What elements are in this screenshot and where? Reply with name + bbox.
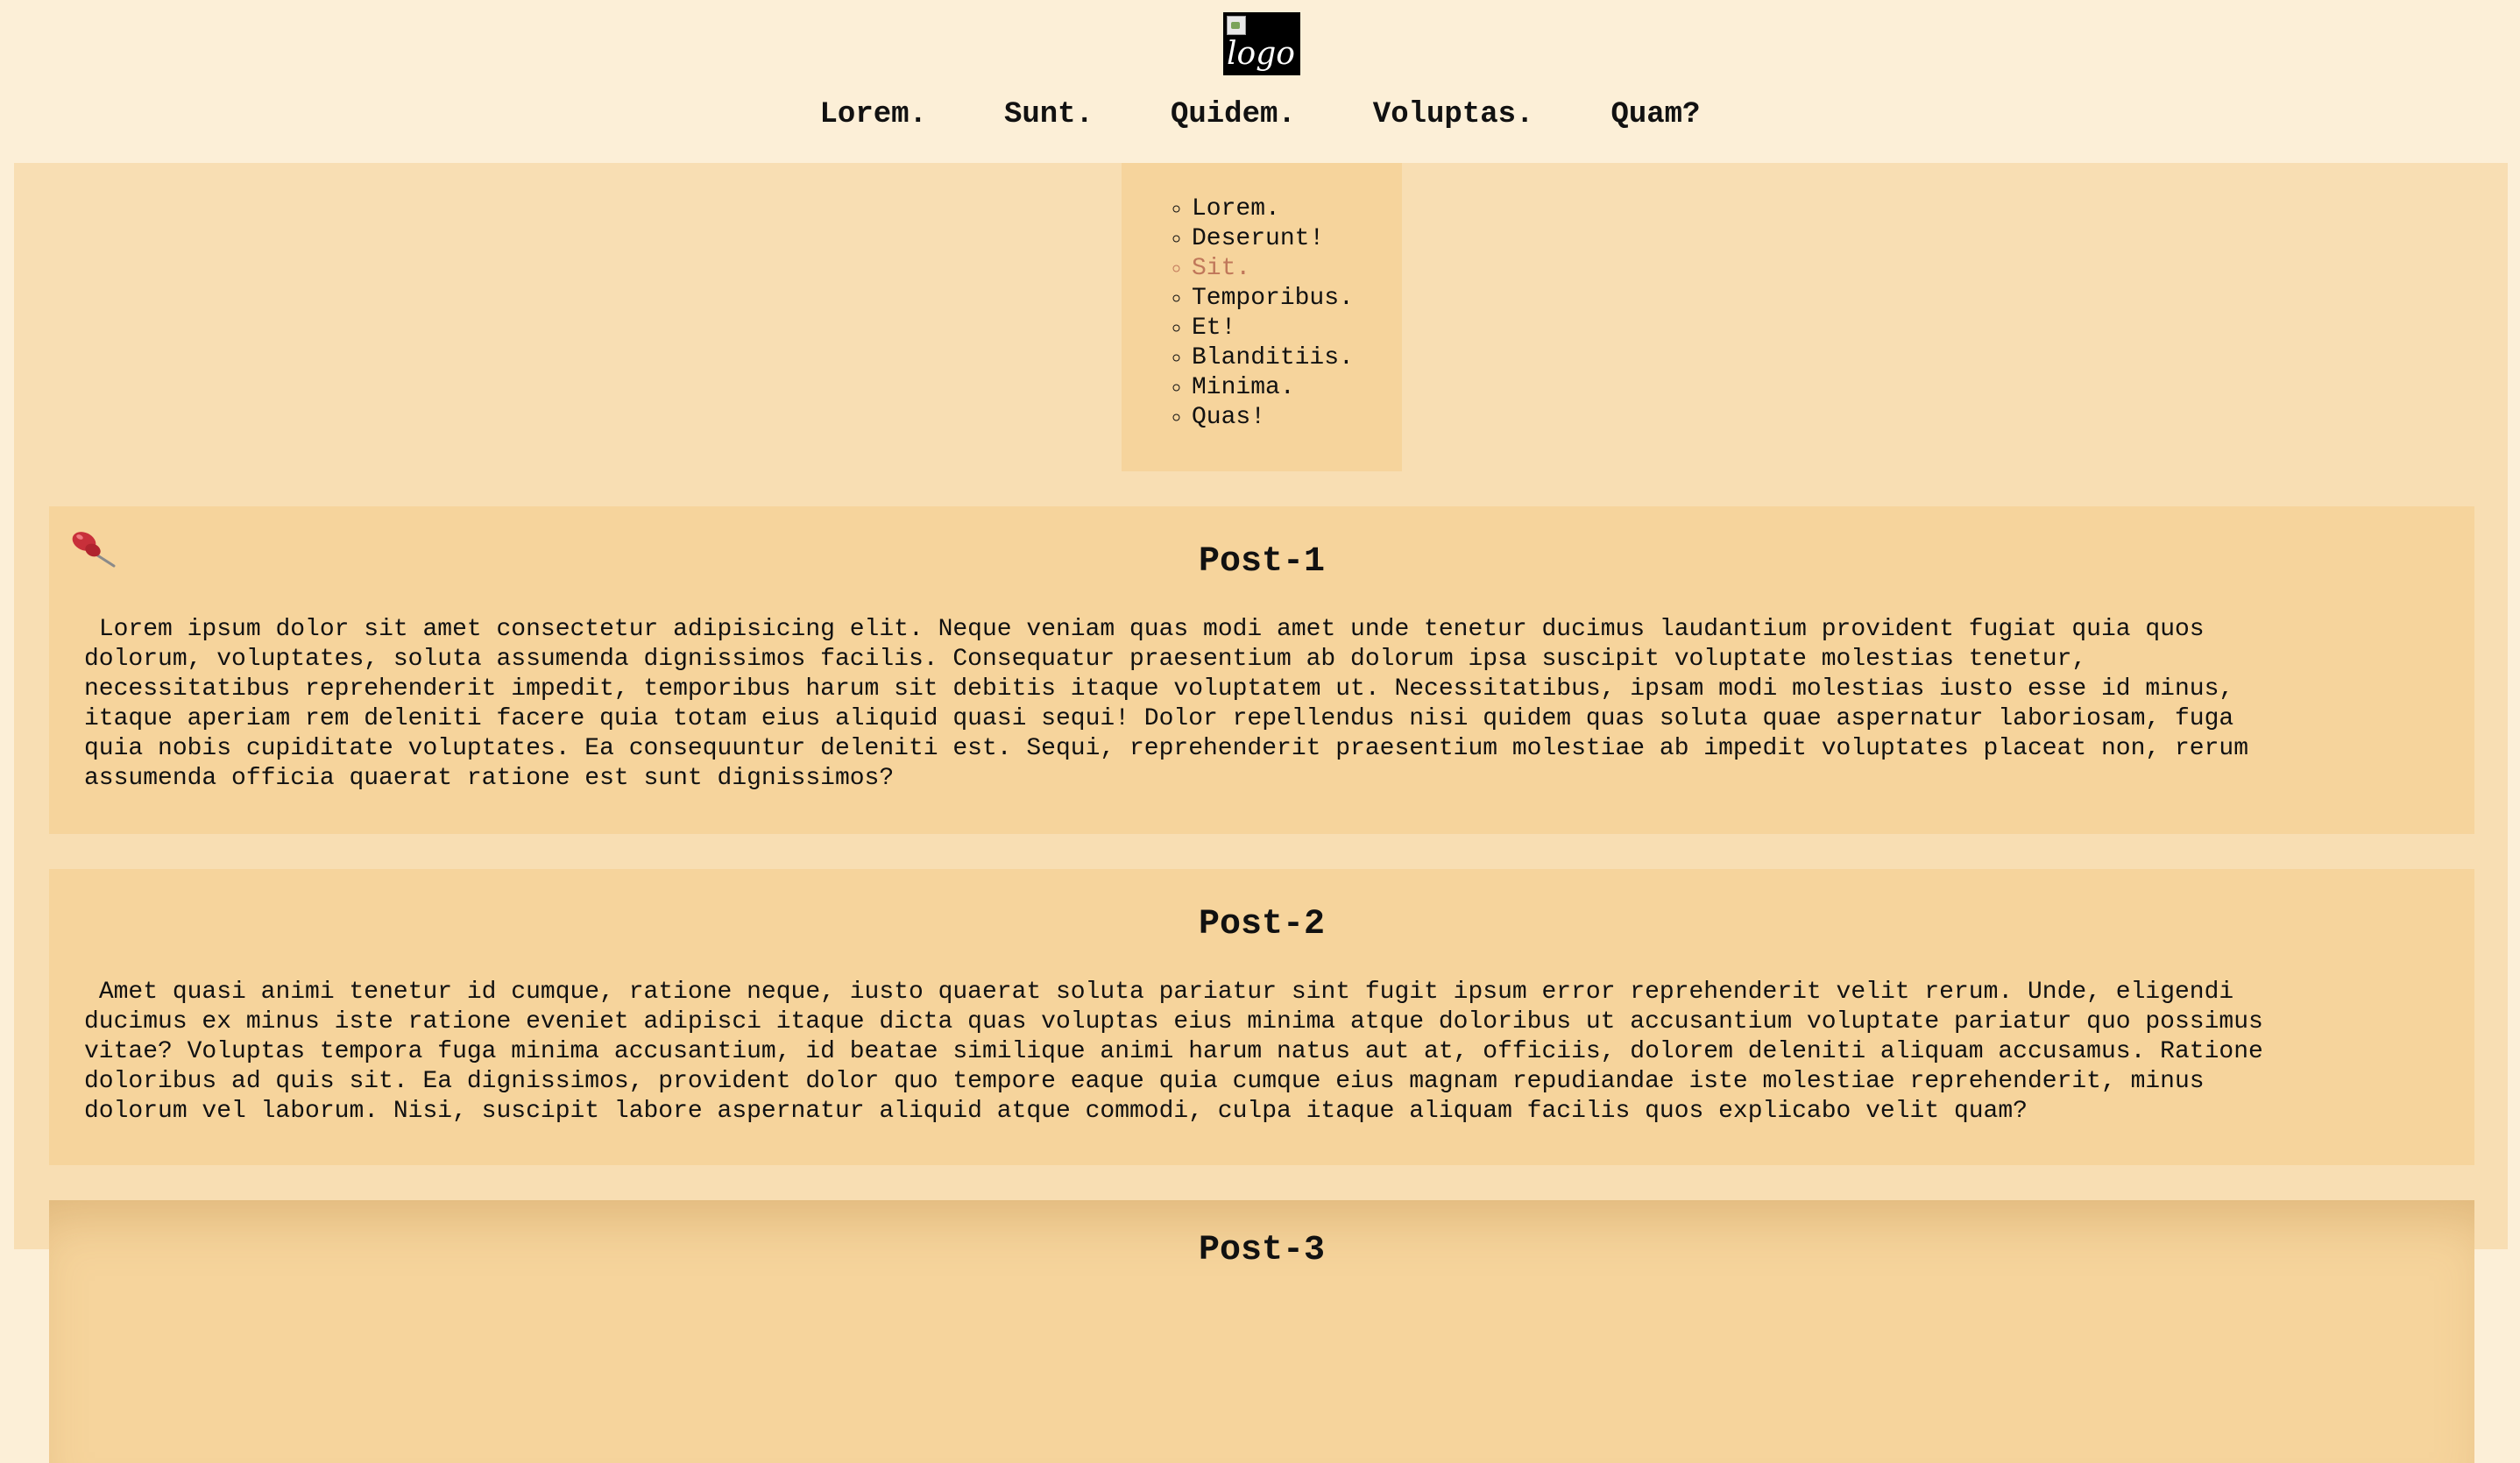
logo-image[interactable]: logo [1223, 12, 1300, 75]
nav-link-voluptas[interactable]: Voluptas. [1373, 98, 1534, 131]
main-content: Lorem. Deserunt! Sit. Temporibus. Et! Bl… [14, 163, 2508, 1463]
submenu-item-active[interactable]: Sit. [1192, 254, 1402, 284]
submenu-item[interactable]: Quas! [1192, 403, 1402, 433]
pushpin-icon [72, 532, 116, 568]
post-title: Post-3 [1198, 1231, 1326, 1270]
site-header: logo Lorem. Sunt. Quidem. Voluptas. Quam… [0, 0, 2520, 163]
nav-link-quam[interactable]: Quam? [1610, 98, 1700, 131]
submenu-item[interactable]: Deserunt! [1192, 224, 1402, 254]
main-nav: Lorem. Sunt. Quidem. Voluptas. Quam? [0, 98, 2520, 131]
submenu-list: Lorem. Deserunt! Sit. Temporibus. Et! Bl… [1122, 194, 1402, 433]
nav-link-quidem[interactable]: Quidem. [1171, 98, 1296, 131]
post-body: Amet quasi animi tenetur id cumque, rati… [84, 979, 2263, 1125]
submenu-item[interactable]: Et! [1192, 314, 1402, 343]
submenu-item[interactable]: Temporibus. [1192, 284, 1402, 314]
nav-link-lorem[interactable]: Lorem. [820, 98, 927, 131]
submenu-item[interactable]: Minima. [1192, 373, 1402, 403]
logo-alt-text: logo [1227, 36, 1295, 72]
post-body: Lorem ipsum dolor sit amet consectetur a… [84, 616, 2249, 792]
broken-image-icon [1227, 16, 1246, 35]
post-card: Post-1 Lorem ipsum dolor sit amet consec… [49, 506, 2474, 834]
post-title: Post-1 [1198, 542, 1326, 582]
post-card: Post-2 Amet quasi animi tenetur id cumqu… [49, 869, 2474, 1165]
submenu-item[interactable]: Blanditiis. [1192, 343, 1402, 373]
post-title: Post-2 [1198, 905, 1326, 944]
submenu: Lorem. Deserunt! Sit. Temporibus. Et! Bl… [1122, 163, 1402, 471]
post-card: Post-3 [49, 1200, 2474, 1463]
nav-link-sunt[interactable]: Sunt. [1004, 98, 1094, 131]
submenu-item[interactable]: Lorem. [1192, 194, 1402, 224]
